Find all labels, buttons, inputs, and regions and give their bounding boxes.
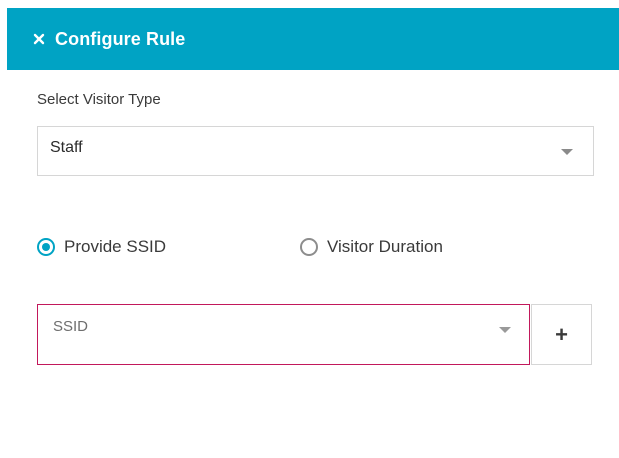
radio-provide-ssid-label: Provide SSID xyxy=(64,237,167,256)
close-icon[interactable] xyxy=(33,33,45,45)
ssid-select[interactable]: SSID xyxy=(37,304,530,365)
visitor-type-value: Staff xyxy=(50,139,83,156)
radio-checked-icon[interactable] xyxy=(37,238,55,256)
radio-visitor-duration-label: Visitor Duration xyxy=(327,237,443,256)
panel-header: Configure Rule xyxy=(7,8,619,70)
configure-rule-panel: Configure Rule Select Visitor Type Staff… xyxy=(0,0,619,458)
add-ssid-button[interactable]: + xyxy=(531,304,592,365)
radio-unchecked-icon[interactable] xyxy=(300,238,318,256)
panel-title: Configure Rule xyxy=(55,28,186,49)
chevron-down-icon xyxy=(561,149,573,155)
ssid-placeholder: SSID xyxy=(53,318,89,335)
chevron-down-icon xyxy=(499,327,511,333)
visitor-type-select[interactable]: Staff xyxy=(37,126,594,176)
plus-icon: + xyxy=(555,321,568,347)
radio-visitor-duration[interactable]: Visitor Duration xyxy=(300,237,443,257)
radio-provide-ssid[interactable]: Provide SSID xyxy=(37,237,166,257)
visitor-type-label: Select Visitor Type xyxy=(37,91,161,108)
